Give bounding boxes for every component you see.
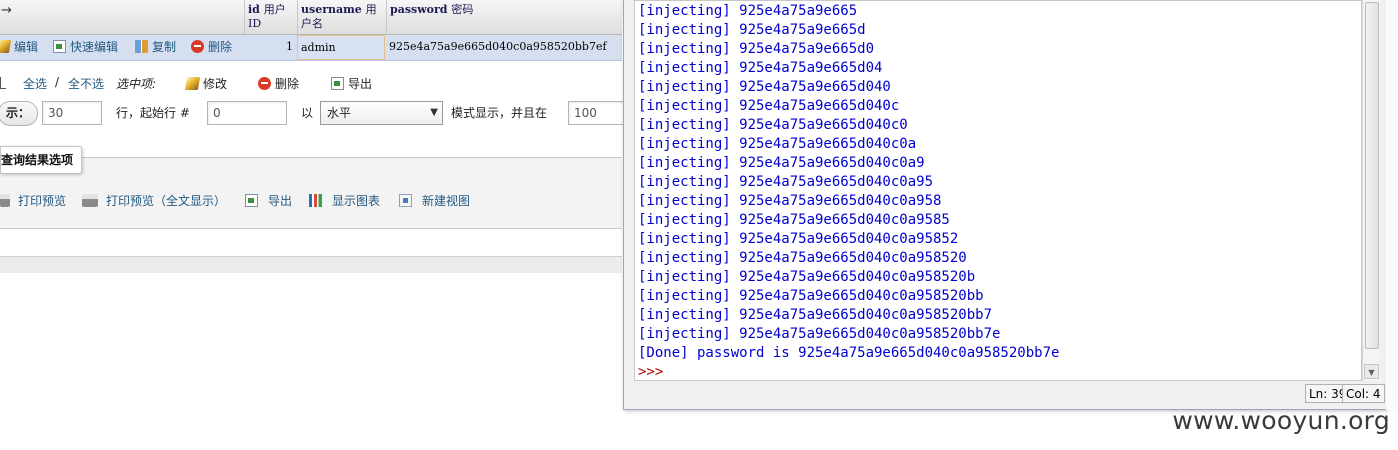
column-arrow-icon[interactable]: → <box>1 3 12 18</box>
results-export-link[interactable]: 导出 <box>245 192 292 209</box>
column-header-username[interactable]: username 用 户名 <box>297 0 385 34</box>
repeat-headers-input[interactable]: 100 <box>568 101 628 125</box>
results-table-header: → id 用户 ID username 用 户名 password 密码 <box>0 0 622 35</box>
vertical-scrollbar[interactable]: ▼ <box>1362 0 1380 381</box>
console-line: [injecting] 925e4a75a9e665d040 <box>638 79 891 95</box>
console-line: [injecting] 925e4a75a9e665d040c <box>638 98 900 114</box>
rows-input[interactable]: 30 <box>42 101 102 125</box>
deselect-all-link[interactable]: 全不选 <box>68 75 104 92</box>
status-column-number: Col: 4 <box>1342 384 1385 403</box>
bulk-delete-button[interactable]: 删除 <box>258 75 299 92</box>
console-line: [injecting] 925e4a75a9e665d040c0a95852 <box>638 231 959 247</box>
console-line: [injecting] 925e4a75a9e665d040c0a958520 <box>638 250 967 266</box>
export-icon <box>331 77 344 90</box>
console-line: [injecting] 925e4a75a9e665d040c0a958520b… <box>638 307 993 323</box>
console-line: [injecting] 925e4a75a9e665d040c0a958520b… <box>638 326 1001 342</box>
scroll-down-icon[interactable]: ▼ <box>1364 364 1379 379</box>
mode-select[interactable]: 水平 ▼ <box>320 101 443 125</box>
page-bottom-bar <box>0 256 622 273</box>
start-row-label: 行，起始行 # <box>116 106 190 120</box>
print-preview-full-link[interactable]: 打印预览（全文显示） <box>82 192 226 209</box>
watermark-text: www.wooyun.org <box>1172 406 1390 435</box>
query-results-legend: 查询结果选项 <box>0 146 83 174</box>
console-line: [injecting] 925e4a75a9e665d04 <box>638 60 883 76</box>
console-line: [injecting] 925e4a75a9e665d040c0a958520b… <box>638 288 984 304</box>
console-line: [injecting] 925e4a75a9e665d040c0a95 <box>638 174 934 190</box>
shell-output[interactable]: [injecting] 925e4a75a9e665 [injecting] 9… <box>634 0 1362 381</box>
column-header-password[interactable]: password 密码 <box>386 0 622 34</box>
show-button[interactable]: 示： <box>0 101 39 126</box>
cell-username[interactable]: admin <box>297 35 385 60</box>
bulk-modify-button[interactable]: 修改 <box>184 75 227 92</box>
selected-label: 选中项: <box>116 77 157 91</box>
console-line: [injecting] 925e4a75a9e665d040c0a958520b <box>638 269 976 285</box>
chevron-down-icon: ▼ <box>430 107 438 118</box>
export-icon <box>245 194 258 207</box>
console-line: [injecting] 925e4a75a9e665 <box>638 3 858 19</box>
bulk-export-button[interactable]: 导出 <box>331 75 372 92</box>
show-chart-link[interactable]: 显示图表 <box>309 192 380 209</box>
view-icon <box>399 194 412 207</box>
bulk-arrow-icon <box>0 77 6 89</box>
console-line: [injecting] 925e4a75a9e665d <box>638 22 866 38</box>
print-preview-link[interactable]: 打印预览 <box>0 192 66 209</box>
delete-icon <box>258 77 271 90</box>
console-result-line: [Done] password is 925e4a75a9e665d040c0a… <box>638 345 1060 361</box>
shell-status-bar: Ln: 39 Col: 4 <box>634 382 1385 404</box>
bar-chart-icon <box>309 194 322 207</box>
mode-by-label: 以 <box>301 106 314 120</box>
start-row-input[interactable]: 0 <box>207 101 287 125</box>
edit-link[interactable]: 编辑 <box>0 35 38 60</box>
console-line: [injecting] 925e4a75a9e665d040c0a <box>638 136 917 152</box>
console-line: [injecting] 925e4a75a9e665d0 <box>638 41 875 57</box>
table-row: 编辑 快速编辑 复制 删除 1 admin 925e4a75a9e665d040… <box>0 35 622 61</box>
copy-icon <box>135 40 148 53</box>
bulk-separator: / <box>55 75 60 89</box>
console-line: [injecting] 925e4a75a9e665d040c0a9585 <box>638 212 950 228</box>
cell-password[interactable]: 925e4a75a9e665d040c0a958520bb7ef <box>386 35 622 60</box>
column-header-id[interactable]: id 用户 ID <box>244 0 296 34</box>
printer-icon <box>82 194 98 207</box>
quick-edit-link[interactable]: 快速编辑 <box>53 35 118 60</box>
mode-suffix-label: 模式显示，并且在 <box>451 106 548 120</box>
delete-link[interactable]: 删除 <box>191 35 232 60</box>
console-line: [injecting] 925e4a75a9e665d040c0a9 <box>638 155 925 171</box>
select-all-link[interactable]: 全选 <box>23 75 47 92</box>
printer-icon <box>0 194 10 207</box>
quick-edit-icon <box>53 40 66 53</box>
background-page-edge <box>1386 0 1398 410</box>
scrollbar-thumb[interactable] <box>1365 2 1379 349</box>
pencil-icon <box>0 40 12 53</box>
console-line: [injecting] 925e4a75a9e665d040c0a958 <box>638 193 942 209</box>
delete-icon <box>191 40 204 53</box>
cell-id[interactable]: 1 <box>244 35 296 60</box>
new-view-link[interactable]: 新建视图 <box>399 192 470 209</box>
copy-link[interactable]: 复制 <box>135 35 176 60</box>
shell-prompt: >>> <box>638 364 664 380</box>
pencil-icon <box>184 77 201 90</box>
console-line: [injecting] 925e4a75a9e665d040c0 <box>638 117 908 133</box>
